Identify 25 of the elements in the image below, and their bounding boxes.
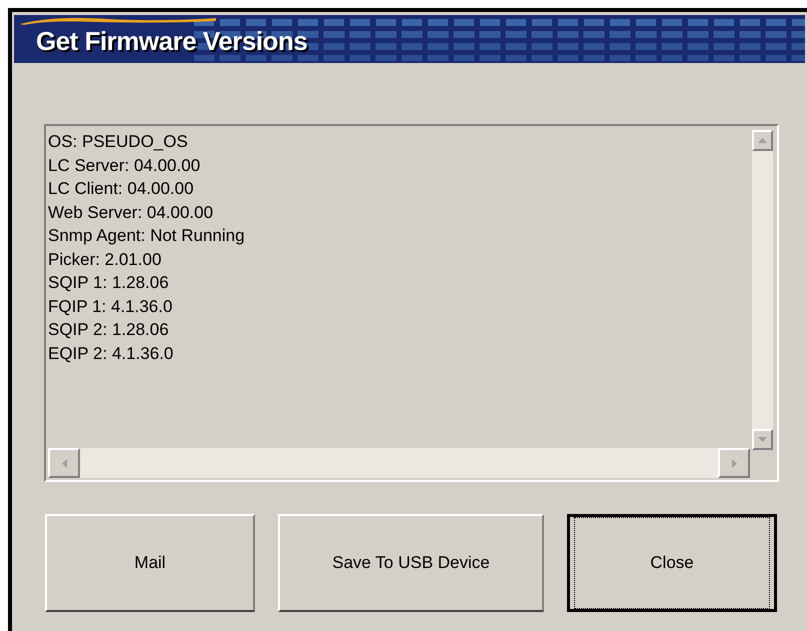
up-arrow-icon — [758, 138, 767, 143]
window-title: Get Firmware Versions — [36, 27, 308, 55]
version-line: EQIP 2: 4.1.36.0 — [48, 342, 174, 364]
version-line: SQIP 1: 1.28.06 — [48, 272, 169, 294]
version-line: LC Client: 04.00.00 — [48, 178, 194, 200]
version-line: LC Server: 04.00.00 — [48, 154, 200, 176]
scroll-left-button[interactable] — [48, 448, 80, 478]
horizontal-scrollbar[interactable] — [48, 448, 750, 478]
down-arrow-icon — [758, 437, 767, 442]
dialog-button[interactable]: Mail — [45, 514, 255, 612]
scroll-down-button[interactable] — [752, 429, 773, 450]
version-line: FQIP 1: 4.1.36.0 — [48, 296, 172, 318]
version-line: SQIP 2: 1.28.06 — [48, 319, 169, 341]
scroll-right-button[interactable] — [718, 448, 750, 478]
swoosh-icon — [18, 16, 218, 25]
version-line: Snmp Agent: Not Running — [48, 225, 245, 247]
dialog-button[interactable]: Close — [567, 514, 777, 612]
left-arrow-icon — [62, 458, 66, 468]
vertical-scrollbar[interactable] — [752, 130, 773, 450]
version-line: Web Server: 04.00.00 — [48, 202, 214, 224]
scroll-up-button[interactable] — [752, 130, 773, 151]
version-line: OS: PSEUDO_OS — [48, 131, 188, 153]
dialog-button[interactable]: Save To USB Device — [278, 514, 544, 612]
version-line: Picker: 2.01.00 — [48, 248, 162, 270]
right-arrow-icon — [732, 458, 736, 468]
